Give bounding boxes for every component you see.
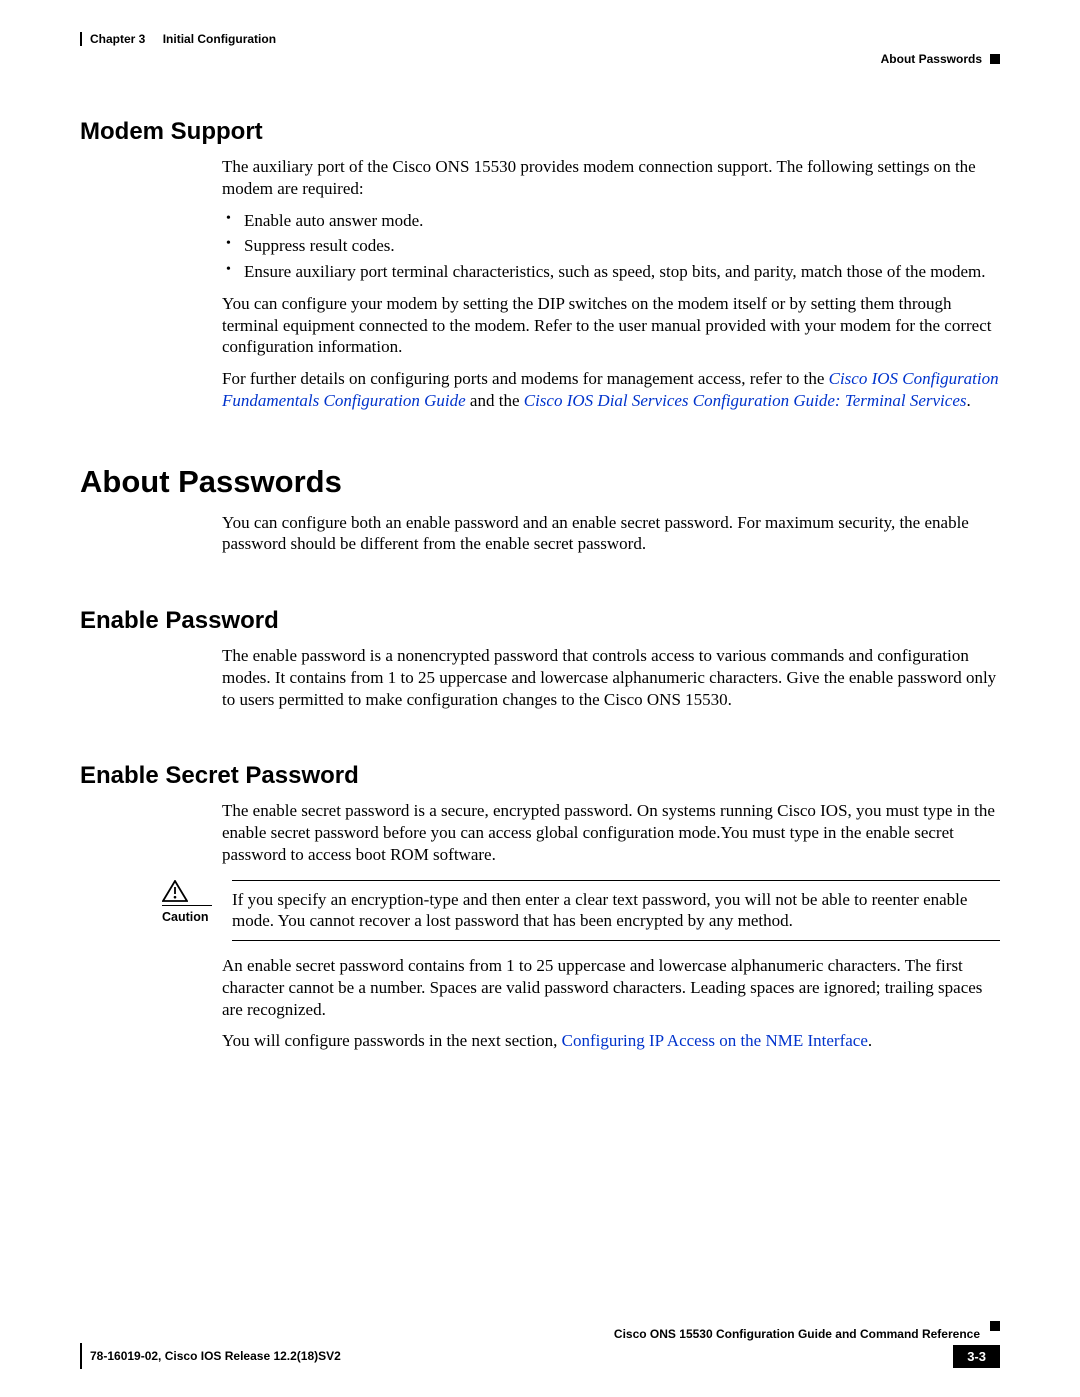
caution-triangle-icon: [162, 880, 212, 902]
modem-intro: The auxiliary port of the Cisco ONS 1553…: [222, 156, 1000, 200]
about-passwords-intro: You can configure both an enable passwor…: [222, 512, 1000, 556]
list-item: Ensure auxiliary port terminal character…: [222, 261, 1000, 283]
page: Chapter 3 Initial Configuration About Pa…: [0, 0, 1080, 1397]
ref-lead: For further details on configuring ports…: [222, 369, 829, 388]
page-number: 3-3: [953, 1345, 1000, 1368]
footer-endcap-icon: [990, 1321, 1000, 1331]
header-endcap-icon: [990, 54, 1000, 64]
caution-block: Caution If you specify an encryption-typ…: [162, 880, 1000, 942]
running-header-section: About Passwords: [80, 52, 1000, 66]
heading-enable-password: Enable Password: [80, 607, 1000, 635]
about-passwords-body: You can configure both an enable passwor…: [222, 512, 1000, 556]
running-header: Chapter 3 Initial Configuration: [80, 32, 1000, 46]
caution-text: If you specify an encryption-type and th…: [232, 880, 1000, 942]
chapter-number: Chapter 3: [90, 32, 145, 46]
footer-bar: 78-16019-02, Cisco IOS Release 12.2(18)S…: [80, 1343, 1000, 1369]
caution-gutter: Caution: [162, 880, 222, 942]
para3-tail: .: [868, 1031, 872, 1050]
page-footer: Cisco ONS 15530 Configuration Guide and …: [80, 1327, 1000, 1369]
enable-secret-body: The enable secret password is a secure, …: [222, 800, 1000, 865]
enable-secret-para1: The enable secret password is a secure, …: [222, 800, 1000, 865]
ref-mid: and the: [466, 391, 524, 410]
enable-password-paragraph: The enable password is a nonencrypted pa…: [222, 645, 1000, 710]
enable-secret-followup: An enable secret password contains from …: [222, 955, 1000, 1052]
link-cisco-ios-dial-services[interactable]: Cisco IOS Dial Services Configuration Gu…: [524, 391, 967, 410]
enable-secret-para3: You will configure passwords in the next…: [222, 1030, 1000, 1052]
chapter-title: Initial Configuration: [163, 32, 276, 46]
enable-secret-para2: An enable secret password contains from …: [222, 955, 1000, 1020]
para3-lead: You will configure passwords in the next…: [222, 1031, 562, 1050]
footer-guide-title: Cisco ONS 15530 Configuration Guide and …: [80, 1327, 984, 1341]
modem-ref-paragraph: For further details on configuring ports…: [222, 368, 1000, 412]
modem-support-body: The auxiliary port of the Cisco ONS 1553…: [222, 156, 1000, 412]
section-marker-text: About Passwords: [881, 52, 982, 66]
heading-about-passwords: About Passwords: [80, 464, 1000, 500]
heading-modem-support: Modem Support: [80, 118, 1000, 146]
heading-enable-secret-password: Enable Secret Password: [80, 762, 1000, 790]
caution-label: Caution: [162, 910, 222, 924]
modem-dip-paragraph: You can configure your modem by setting …: [222, 293, 1000, 358]
chapter-line: Chapter 3 Initial Configuration: [90, 32, 1000, 46]
enable-password-body: The enable password is a nonencrypted pa…: [222, 645, 1000, 710]
link-configuring-ip-access[interactable]: Configuring IP Access on the NME Interfa…: [562, 1031, 868, 1050]
list-item: Suppress result codes.: [222, 235, 1000, 257]
list-item: Enable auto answer mode.: [222, 210, 1000, 232]
footer-release-line: 78-16019-02, Cisco IOS Release 12.2(18)S…: [90, 1349, 953, 1363]
modem-bullet-list: Enable auto answer mode. Suppress result…: [222, 210, 1000, 283]
ref-tail: .: [967, 391, 971, 410]
